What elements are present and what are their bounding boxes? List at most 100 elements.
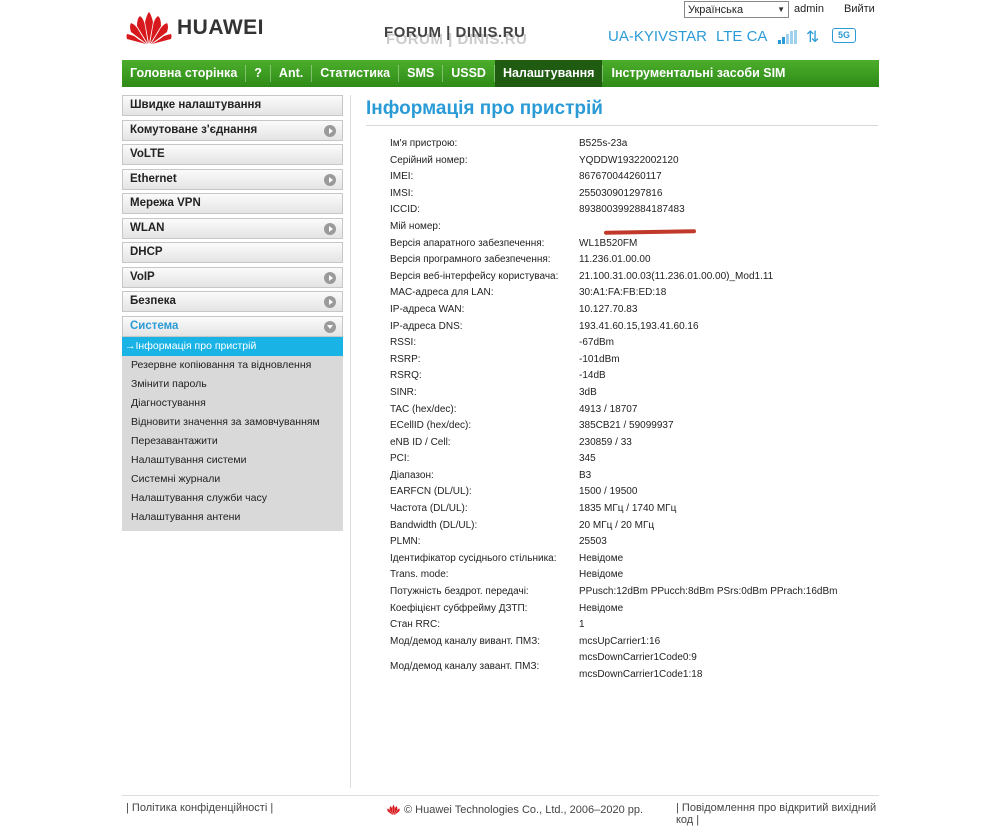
info-label: Ідентифікатор сусідньо­го стільника: bbox=[390, 552, 557, 564]
info-row: RSSI: -67dBm bbox=[390, 335, 878, 352]
submenu-backup-restore[interactable]: Резервне копіювання та відновлення bbox=[122, 356, 343, 375]
info-label: EARFCN (DL/UL): bbox=[390, 486, 472, 498]
info-row: Серійний номер: YQDDW19322002120 bbox=[390, 153, 878, 170]
nav-sms[interactable]: SMS bbox=[399, 60, 442, 87]
info-row: IP-адреса DNS: 193.41.60.15,193.41.60.16 bbox=[390, 319, 878, 336]
sidebar-item-volte[interactable]: VoLTE bbox=[122, 144, 343, 165]
sidebar-item-dialup[interactable]: Комутоване з'єднання bbox=[122, 119, 343, 141]
info-row: eNB ID / Cell: 230859 / 33 bbox=[390, 435, 878, 452]
info-label: Версія програмного забезпечення: bbox=[390, 254, 551, 266]
submenu-system-settings[interactable]: Налаштування системи bbox=[122, 451, 343, 470]
info-label: RSSI: bbox=[390, 337, 417, 349]
nav-antenna[interactable]: Ant. bbox=[271, 60, 311, 87]
info-row: Версія програмного забезпечення: 11.236.0… bbox=[390, 252, 878, 269]
info-value: 193.41.60.15,193.41.60.16 bbox=[579, 320, 699, 332]
nav-settings[interactable]: Налаштування bbox=[494, 60, 603, 87]
info-row: Ім'я пристрою: B525s-23a bbox=[390, 136, 878, 153]
info-label: IMEI: bbox=[390, 171, 414, 183]
sidebar-item-security[interactable]: Безпека bbox=[122, 291, 343, 312]
info-value: mcsUpCarrier1:16 bbox=[579, 635, 661, 647]
info-row: ICCID: 8938003992884187483 bbox=[390, 202, 878, 219]
sidebar-item-voip[interactable]: VoIP bbox=[122, 266, 343, 288]
page-title: Інформація про пристрій bbox=[366, 98, 603, 119]
info-label: Коефіцієнт субфрейму ДЗТП: bbox=[390, 602, 528, 614]
info-value: 21.100.31.00.03(11.236.01.00.00)_Mod1.11 bbox=[579, 270, 774, 282]
title-divider bbox=[366, 125, 878, 126]
privacy-link[interactable]: | Політика конфіденційності | bbox=[126, 802, 273, 814]
info-row: Частота (DL/UL): 1835 МГц / 1740 МГц bbox=[390, 501, 878, 518]
nav-statistics[interactable]: Статистика bbox=[312, 60, 398, 87]
footer: | Політика конфіденційності | © Huawei T… bbox=[122, 795, 879, 826]
info-value: 1835 МГц / 1740 МГц bbox=[579, 503, 677, 515]
brand-name: HUAWEI bbox=[177, 16, 264, 39]
expand-arrow-icon bbox=[324, 271, 336, 284]
nav-sim-tools[interactable]: Інструментальні засоби SIM bbox=[603, 60, 793, 87]
info-value: -14dB bbox=[579, 370, 606, 382]
info-row: Потужність бездрот. передачі: PPusch:12dB… bbox=[390, 584, 878, 601]
expand-arrow-icon bbox=[324, 222, 336, 235]
info-value: 8938003992884187483 bbox=[579, 204, 685, 216]
sidebar-item-quick-setup[interactable]: Швидке налаштування bbox=[122, 95, 343, 116]
opensource-link[interactable]: | Повідомлення про відкритий вихідний ко… bbox=[676, 802, 879, 826]
info-row: IMSI: 255030901297816 bbox=[390, 186, 878, 203]
sidebar-item-system[interactable]: Система bbox=[122, 315, 343, 337]
info-label: Стан RRC: bbox=[390, 619, 440, 631]
submenu-diagnostics[interactable]: Діагностування bbox=[122, 394, 343, 413]
nav-ussd[interactable]: USSD bbox=[443, 60, 494, 87]
info-value: 345 bbox=[579, 453, 596, 465]
signal-bars-icon bbox=[778, 30, 797, 44]
nav-home[interactable]: Головна сторінка bbox=[122, 60, 245, 87]
info-value: 11.236.01.00.00 bbox=[579, 254, 651, 266]
traffic-arrows-icon: ⇅ bbox=[806, 29, 820, 46]
sidebar-item-label: Система bbox=[130, 319, 179, 332]
sidebar-item-ethernet[interactable]: Ethernet bbox=[122, 168, 343, 190]
info-row: RSRQ: -14dB bbox=[390, 368, 878, 385]
submenu-device-info[interactable]: →Інформація про пристрій bbox=[122, 337, 343, 356]
submenu-change-password[interactable]: Змінити пароль bbox=[122, 375, 343, 394]
info-label: Ім'я пристрою: bbox=[390, 138, 458, 149]
info-row: TAC (hex/dec): 4913 / 18707 bbox=[390, 402, 878, 419]
info-row: EARFCN (DL/UL): 1500 / 19500 bbox=[390, 484, 878, 501]
sidebar-item-dhcp[interactable]: DHCP bbox=[122, 242, 343, 263]
huawei-logo[interactable]: HUAWEI bbox=[126, 10, 264, 46]
header: HUAWEI FORUM | DINIS.RU FORUM | DINIS.RU… bbox=[122, 0, 879, 60]
info-value: YQDDW19322002120 bbox=[579, 154, 679, 166]
wifi-5g-icon[interactable]: 5G bbox=[832, 28, 856, 43]
info-label: IMSI: bbox=[390, 187, 414, 199]
watermark: FORUM | DINIS.RU bbox=[384, 24, 526, 41]
logout-link[interactable]: Вийти bbox=[844, 3, 875, 15]
info-value: 1500 / 19500 bbox=[579, 486, 638, 498]
expand-arrow-icon bbox=[324, 124, 336, 137]
sidebar-item-vpn[interactable]: Мережа VPN bbox=[122, 193, 343, 214]
info-value: 30:A1:FA:FB:ED:18 bbox=[579, 287, 667, 299]
submenu-factory-reset[interactable]: Відновити значення за замовчуванням bbox=[122, 413, 343, 432]
info-value: 230859 / 33 bbox=[579, 436, 632, 448]
submenu-antenna-settings[interactable]: Налаштування антени bbox=[122, 508, 343, 527]
info-value: 1 bbox=[579, 619, 585, 631]
info-row: PCI: 345 bbox=[390, 451, 878, 468]
info-label: SINR: bbox=[390, 386, 417, 398]
info-label: PLMN: bbox=[390, 536, 421, 548]
expand-arrow-icon bbox=[324, 173, 336, 186]
sidebar-item-label: Безпека bbox=[130, 295, 176, 307]
info-row: Мод/демод каналу вивант. ПМЗ: mcsUpCarrie… bbox=[390, 634, 878, 651]
nav-help[interactable]: ? bbox=[246, 60, 270, 87]
chevron-down-icon: ▼ bbox=[777, 5, 785, 14]
info-row: IMEI: 867670044260117 bbox=[390, 169, 878, 186]
info-value: 385CB21 / 59099937 bbox=[579, 420, 674, 432]
submenu-reboot[interactable]: Перезавантажити bbox=[122, 432, 343, 451]
user-name[interactable]: admin bbox=[794, 3, 824, 15]
submenu-system-logs[interactable]: Системні журнали bbox=[122, 470, 343, 489]
sidebar-item-label: Комутоване з'єднання bbox=[130, 123, 258, 136]
submenu-time-settings[interactable]: Налаштування служби часу bbox=[122, 489, 343, 508]
sidebar-item-wlan[interactable]: WLAN bbox=[122, 217, 343, 239]
info-label: Bandwidth (DL/UL): bbox=[390, 519, 478, 531]
info-label: RSRQ: bbox=[390, 370, 422, 382]
info-value: PPusch:12dBm PPucch:8dBm PSrs:0dBm PPrac… bbox=[579, 586, 838, 598]
info-label: IP-адреса WAN: bbox=[390, 303, 465, 315]
language-select[interactable]: Українська ▼ bbox=[684, 1, 789, 18]
language-value: Українська bbox=[688, 3, 744, 16]
info-label: eNB ID / Cell: bbox=[390, 436, 451, 448]
sidebar: Швидке налаштування Комутоване з'єднання… bbox=[122, 95, 343, 531]
sidebar-item-label: Швидке налаштування bbox=[130, 99, 262, 111]
